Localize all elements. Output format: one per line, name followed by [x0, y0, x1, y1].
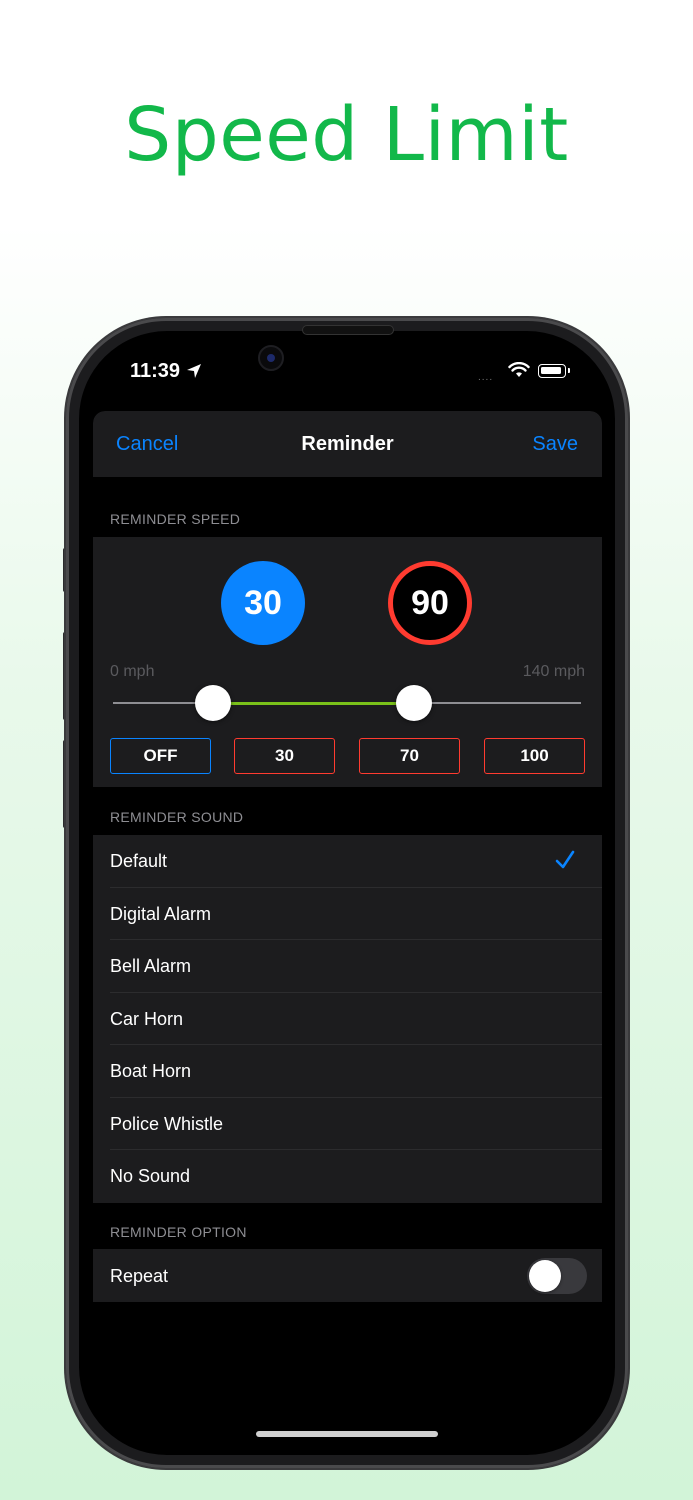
reminder-option-header: REMINDER OPTION — [110, 1224, 247, 1240]
reminder-sound-list: Default Digital Alarm Bell Alarm Car Hor… — [93, 835, 602, 1203]
sound-option-default[interactable]: Default — [93, 835, 602, 888]
repeat-row: Repeat — [93, 1249, 602, 1302]
headline-title: Speed Limit — [124, 92, 569, 178]
status-bar: 11:39 .... — [0, 360, 693, 386]
sound-option-label: Default — [110, 851, 168, 871]
sound-option-bell-alarm[interactable]: Bell Alarm — [93, 940, 602, 993]
toggle-knob — [529, 1260, 561, 1292]
sound-option-label: No Sound — [110, 1166, 191, 1186]
signal-dots: .... — [478, 372, 494, 383]
sound-option-no-sound[interactable]: No Sound — [93, 1150, 602, 1203]
battery-icon — [538, 364, 570, 378]
sound-option-car-horn[interactable]: Car Horn — [93, 993, 602, 1045]
phone-speaker — [302, 325, 394, 335]
current-speed-badge: 30 — [221, 561, 305, 645]
nav-bar: Cancel Reminder Save — [93, 411, 602, 477]
home-indicator[interactable] — [256, 1431, 438, 1437]
slider-range-fill — [213, 702, 414, 705]
preset-off-button[interactable]: OFF — [110, 738, 211, 774]
reminder-sound-header: REMINDER SOUND — [110, 809, 244, 825]
slider-high-thumb[interactable] — [395, 685, 432, 721]
location-arrow-icon — [187, 364, 201, 378]
wifi-icon — [508, 362, 530, 377]
sound-option-label: Car Horn — [110, 1008, 184, 1029]
slider-low-thumb[interactable] — [195, 685, 232, 721]
save-button[interactable]: Save — [532, 433, 578, 456]
preset-30-button[interactable]: 30 — [234, 738, 335, 774]
reminder-speed-card: 30 90 0 mph 140 mph OFF 30 70 100 — [93, 537, 602, 787]
sound-option-police-whistle[interactable]: Police Whistle — [93, 1098, 602, 1150]
sound-option-label: Bell Alarm — [110, 956, 192, 976]
preset-100-button[interactable]: 100 — [484, 738, 585, 774]
sound-option-label: Digital Alarm — [110, 903, 212, 924]
speed-range-slider[interactable] — [113, 685, 581, 721]
repeat-label: Repeat — [110, 1266, 169, 1286]
sound-option-label: Police Whistle — [110, 1113, 224, 1134]
preset-70-button[interactable]: 70 — [359, 738, 460, 774]
reminder-sheet: Cancel Reminder Save REMINDER SPEED 30 9… — [93, 411, 602, 1371]
nav-title: Reminder — [301, 433, 394, 455]
sound-option-label: Boat Horn — [110, 1061, 192, 1081]
sound-option-boat-horn[interactable]: Boat Horn — [93, 1045, 602, 1098]
repeat-toggle[interactable] — [527, 1258, 587, 1294]
status-time: 11:39 — [130, 360, 181, 382]
sound-option-digital-alarm[interactable]: Digital Alarm — [93, 888, 602, 940]
range-min-label: 0 mph — [110, 663, 155, 680]
range-max-label: 140 mph — [522, 663, 585, 680]
checkmark-icon — [555, 850, 575, 869]
speed-limit-sign: 90 — [388, 561, 472, 645]
reminder-speed-header: REMINDER SPEED — [110, 511, 241, 527]
